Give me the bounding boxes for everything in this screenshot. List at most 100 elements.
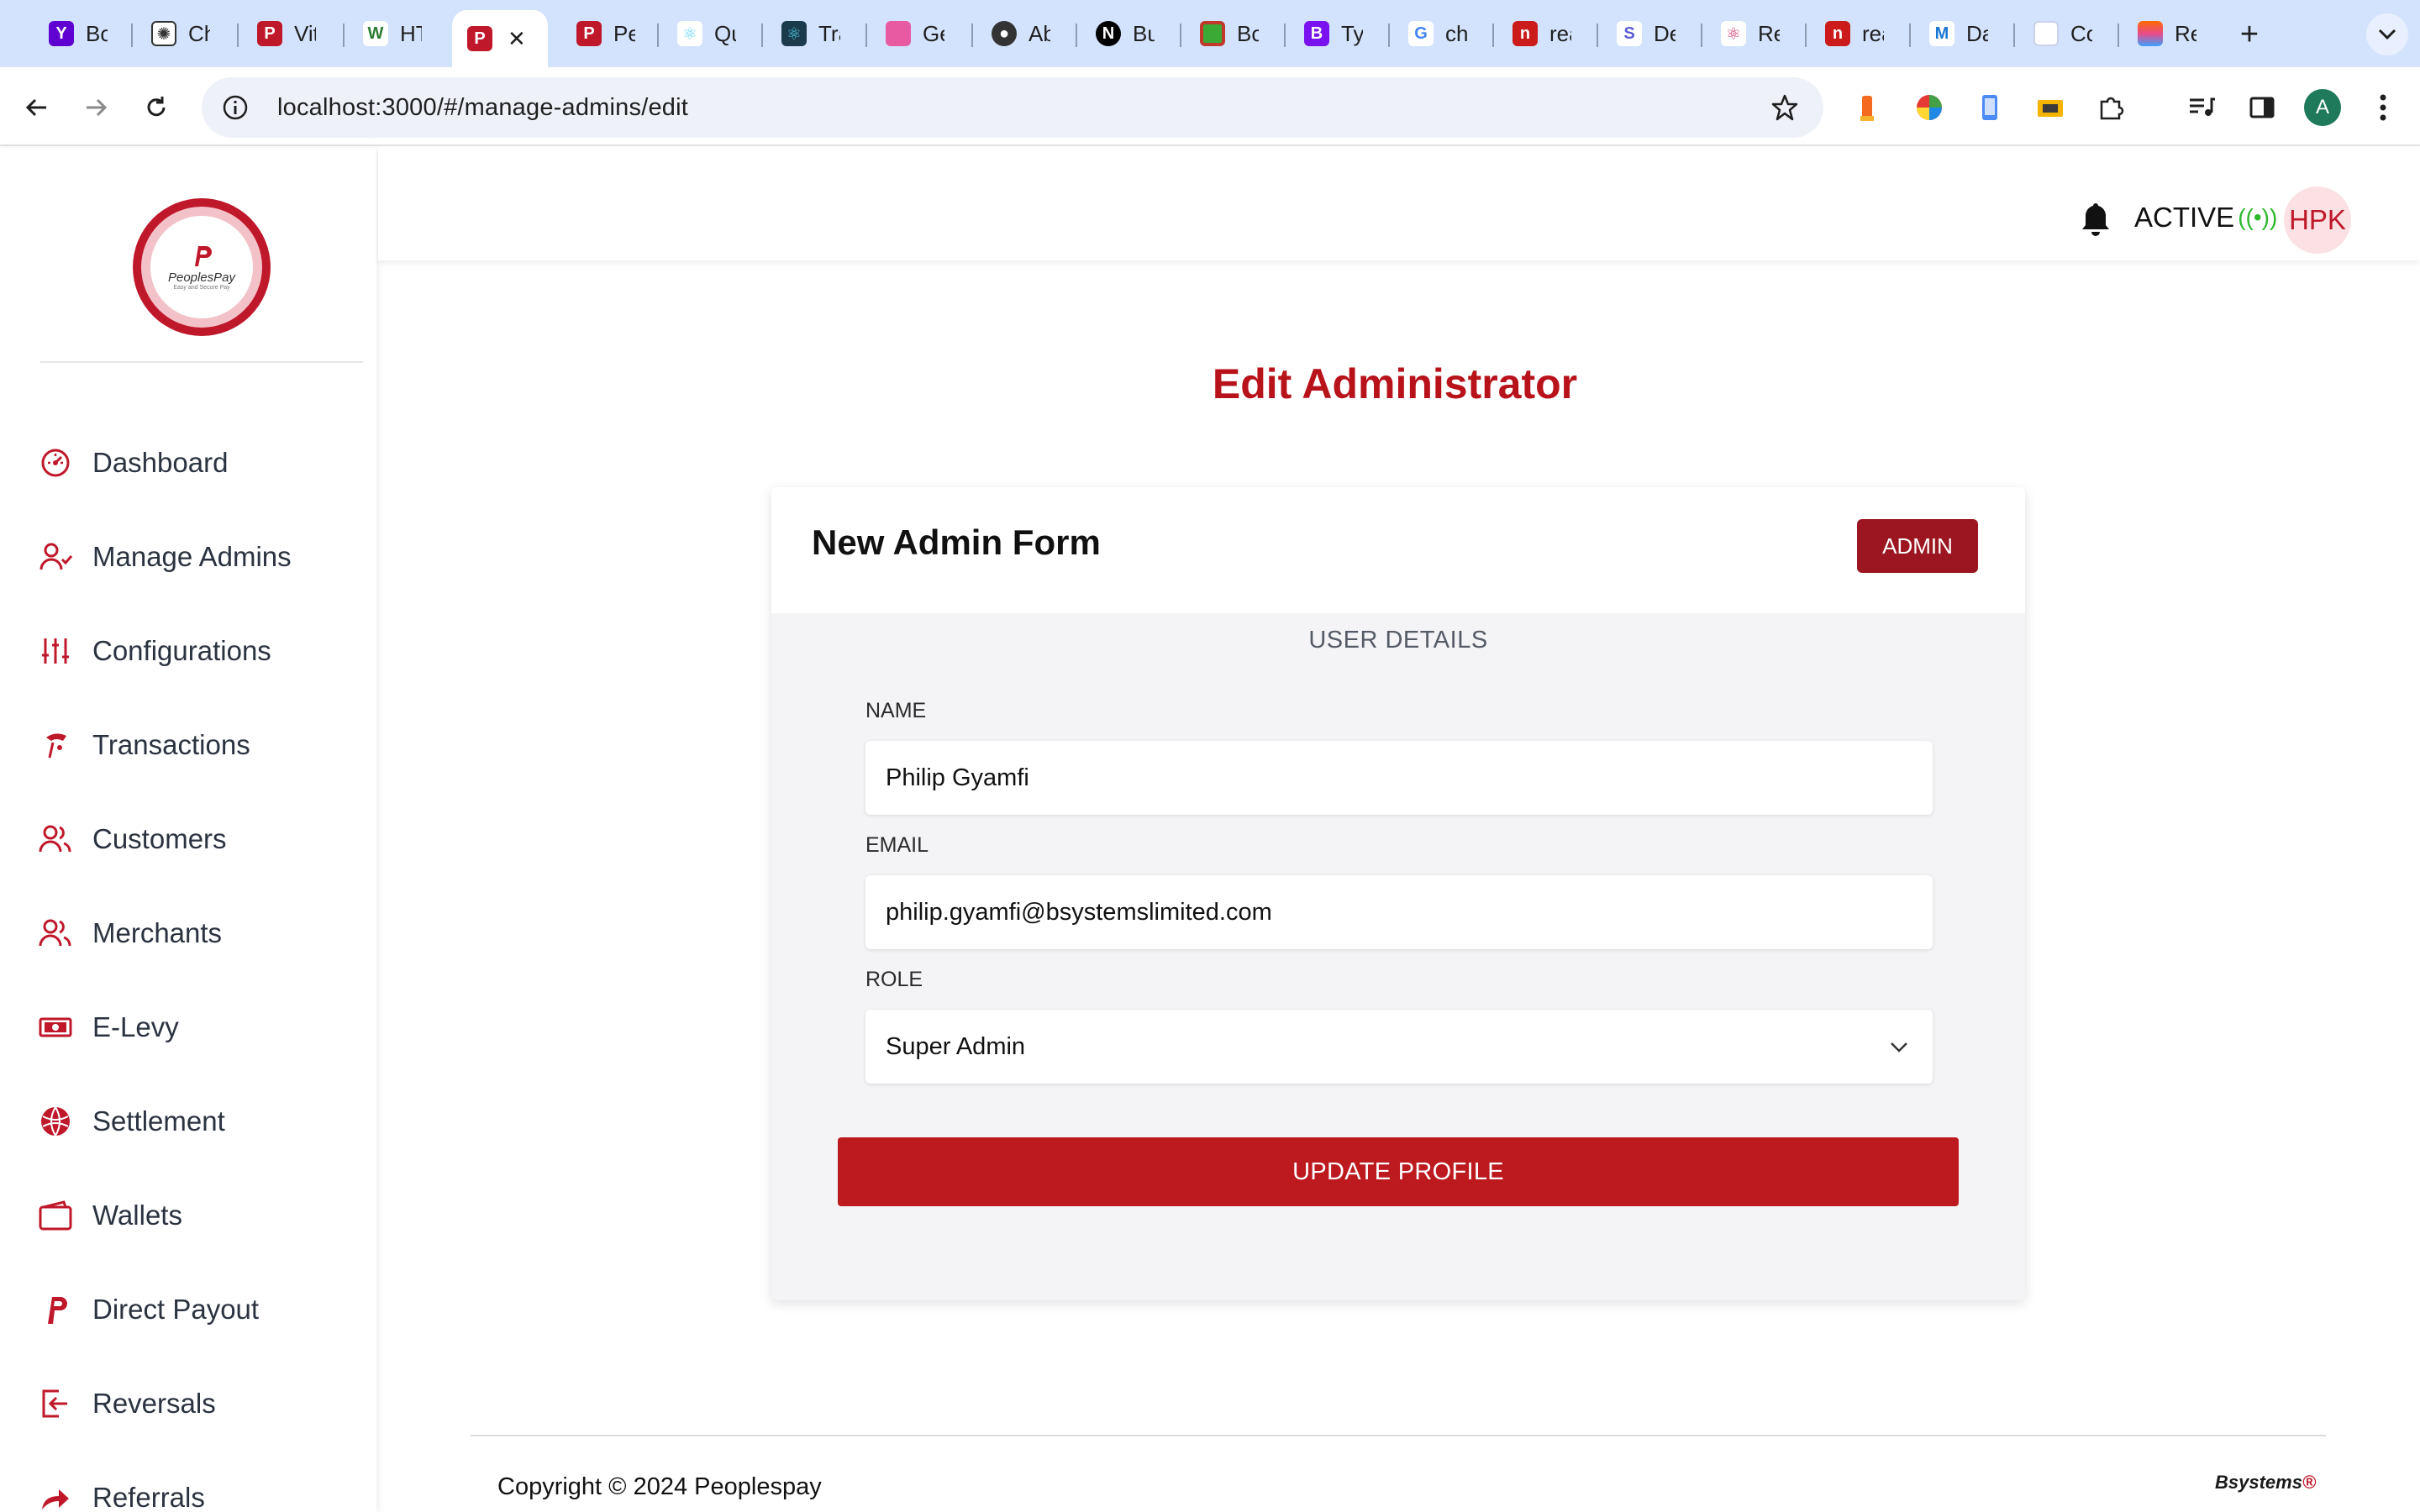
extension-mobile-icon[interactable] xyxy=(1971,89,2008,126)
reload-button[interactable] xyxy=(133,84,180,131)
browser-tab[interactable]: S De xyxy=(1602,12,1691,55)
browser-tab[interactable]: P Vit xyxy=(242,12,331,55)
media-controls-icon[interactable] xyxy=(2183,89,2220,126)
react-icon: ⚛ xyxy=(1721,21,1746,46)
logo-tagline: Easy and Secure Pay xyxy=(173,285,230,291)
browser-tab[interactable]: ⚛ Qu xyxy=(662,12,751,55)
email-value: philip.gyamfi@bsystemslimited.com xyxy=(886,898,1272,926)
user-avatar[interactable]: HPK xyxy=(2284,186,2351,254)
back-button[interactable] xyxy=(13,84,60,131)
browser-profile-avatar[interactable]: A xyxy=(2304,89,2341,126)
role-select[interactable]: Super Admin xyxy=(865,1010,1933,1084)
side-panel-icon[interactable] xyxy=(2244,89,2281,126)
sidebar-item-label: Configurations xyxy=(92,635,271,666)
page-title: Edit Administrator xyxy=(1212,360,1578,407)
sidebar-item-label: Dashboard xyxy=(92,447,229,478)
reload-icon xyxy=(147,97,166,117)
npm-icon: n xyxy=(1512,21,1538,46)
browser-tab[interactable]: M Da xyxy=(1914,12,2003,55)
sidebar-item-dashboard[interactable]: Dashboard xyxy=(39,438,358,488)
chatgpt-icon: ✺ xyxy=(151,21,176,46)
browser-tab[interactable]: ✺ Ch xyxy=(136,12,225,55)
extension-folder-icon[interactable] xyxy=(2032,89,2069,126)
bookmark-star-icon[interactable] xyxy=(1765,87,1805,128)
broadcast-icon: ((•)) xyxy=(2238,204,2278,230)
extensions-puzzle-icon[interactable] xyxy=(2092,89,2129,126)
arrow-right-icon xyxy=(87,98,108,117)
tab-title: Ab xyxy=(1028,20,1050,46)
browser-tab[interactable]: n rea xyxy=(1810,12,1899,55)
sidebar-item-e-levy[interactable]: E-Levy xyxy=(39,1002,358,1053)
browser-tab[interactable]: Co xyxy=(2018,12,2107,55)
sidebar-item-manage-admins[interactable]: Manage Admins xyxy=(39,532,358,582)
bsystems-logo: Bsystems® xyxy=(2215,1472,2316,1494)
email-field[interactable]: philip.gyamfi@bsystemslimited.com xyxy=(865,875,1933,949)
browser-tab[interactable]: n rea xyxy=(1497,12,1586,55)
blank-page-icon xyxy=(2033,21,2059,46)
browser-tab[interactable]: B Ty xyxy=(1289,12,1378,55)
peoplespay-p-icon xyxy=(195,246,212,266)
browser-tab[interactable]: ⚛ Tra xyxy=(766,12,855,55)
footer-divider xyxy=(471,1435,2326,1436)
email-label: EMAIL xyxy=(865,833,929,857)
admin-role-button[interactable]: ADMIN xyxy=(1857,519,1978,573)
sidebar-item-wallets[interactable]: Wallets xyxy=(39,1190,358,1241)
sidebar-item-merchants[interactable]: Merchants xyxy=(39,908,358,958)
google-icon: G xyxy=(1408,21,1434,46)
browser-tab[interactable]: W HT xyxy=(348,12,437,55)
browser-tab-active[interactable]: P ✕ xyxy=(452,10,548,67)
speedometer-icon xyxy=(39,446,72,480)
sliders-icon xyxy=(39,634,72,668)
browser-tab[interactable]: Ge xyxy=(871,12,960,55)
section-title: USER DETAILS xyxy=(1308,627,1488,654)
tab-separator xyxy=(1701,24,1702,47)
sidebar-item-transactions[interactable]: Transactions xyxy=(39,720,358,770)
site-info-icon[interactable] xyxy=(215,87,255,128)
sidebar-item-customers[interactable]: Customers xyxy=(39,814,358,864)
role-value: Super Admin xyxy=(886,1032,1026,1060)
browser-tab[interactable]: ● Ab xyxy=(976,12,1065,55)
extension-colorpicker-icon[interactable] xyxy=(1911,89,1948,126)
tab-title: chi xyxy=(1445,20,1467,46)
sidebar-item-label: Settlement xyxy=(92,1105,225,1137)
browser-tab[interactable]: Bo xyxy=(1185,12,1274,55)
sidebar-item-label: Manage Admins xyxy=(92,541,292,572)
extension-lighthouse-icon[interactable] xyxy=(1849,89,1886,126)
yahoo-icon: Y xyxy=(49,21,74,46)
sidebar-item-settlement[interactable]: Settlement xyxy=(39,1096,358,1147)
tab-title: Tra xyxy=(818,20,840,46)
sidebar-item-configurations[interactable]: Configurations xyxy=(39,626,358,676)
bell-icon[interactable] xyxy=(2079,200,2116,240)
tab-title: Pe xyxy=(613,20,635,46)
tab-separator xyxy=(343,24,345,47)
name-value: Philip Gyamfi xyxy=(886,764,1029,791)
sidebar-item-label: E-Levy xyxy=(92,1011,179,1042)
browser-tab[interactable]: Re xyxy=(2123,12,2212,55)
admin-form-card: New Admin Form ADMIN USER DETAILS NAME P… xyxy=(771,487,2025,1300)
sidebar-item-label: Transactions xyxy=(92,729,250,760)
sidebar-divider xyxy=(40,361,363,363)
browser-tab[interactable]: P Pe xyxy=(561,12,650,55)
name-field[interactable]: Philip Gyamfi xyxy=(865,741,1933,815)
tab-separator xyxy=(237,24,239,47)
address-bar[interactable]: localhost:3000/#/manage-admins/edit xyxy=(202,77,1823,138)
sidebar-item-referrals[interactable]: Referrals xyxy=(39,1473,358,1512)
browser-tab[interactable]: ⚛ Re xyxy=(1706,12,1795,55)
sidebar-item-reversals[interactable]: Reversals xyxy=(39,1378,358,1429)
tab-separator xyxy=(1909,24,1911,47)
sidebar-item-direct-payout[interactable]: Direct Payout xyxy=(39,1284,358,1335)
peoplespay-icon: P xyxy=(467,26,492,51)
peoplespay-logo[interactable]: PeoplesPay Easy and Secure Pay xyxy=(133,198,271,336)
peoplespay-icon: P xyxy=(576,21,602,46)
browser-tab[interactable]: G chi xyxy=(1393,12,1482,55)
tab-title: Ty xyxy=(1341,20,1363,46)
browser-tab[interactable]: Y Bo xyxy=(34,12,123,55)
form-header: New Admin Form ADMIN xyxy=(771,487,2025,613)
update-profile-button[interactable]: UPDATE PROFILE xyxy=(838,1137,1959,1206)
forward-button[interactable] xyxy=(72,84,119,131)
tab-search-button[interactable] xyxy=(2366,13,2408,55)
close-tab-icon[interactable]: ✕ xyxy=(508,26,526,52)
browser-menu-icon[interactable] xyxy=(2365,89,2402,126)
new-tab-button[interactable]: + xyxy=(2228,13,2270,55)
browser-tab[interactable]: N Bu xyxy=(1081,12,1170,55)
